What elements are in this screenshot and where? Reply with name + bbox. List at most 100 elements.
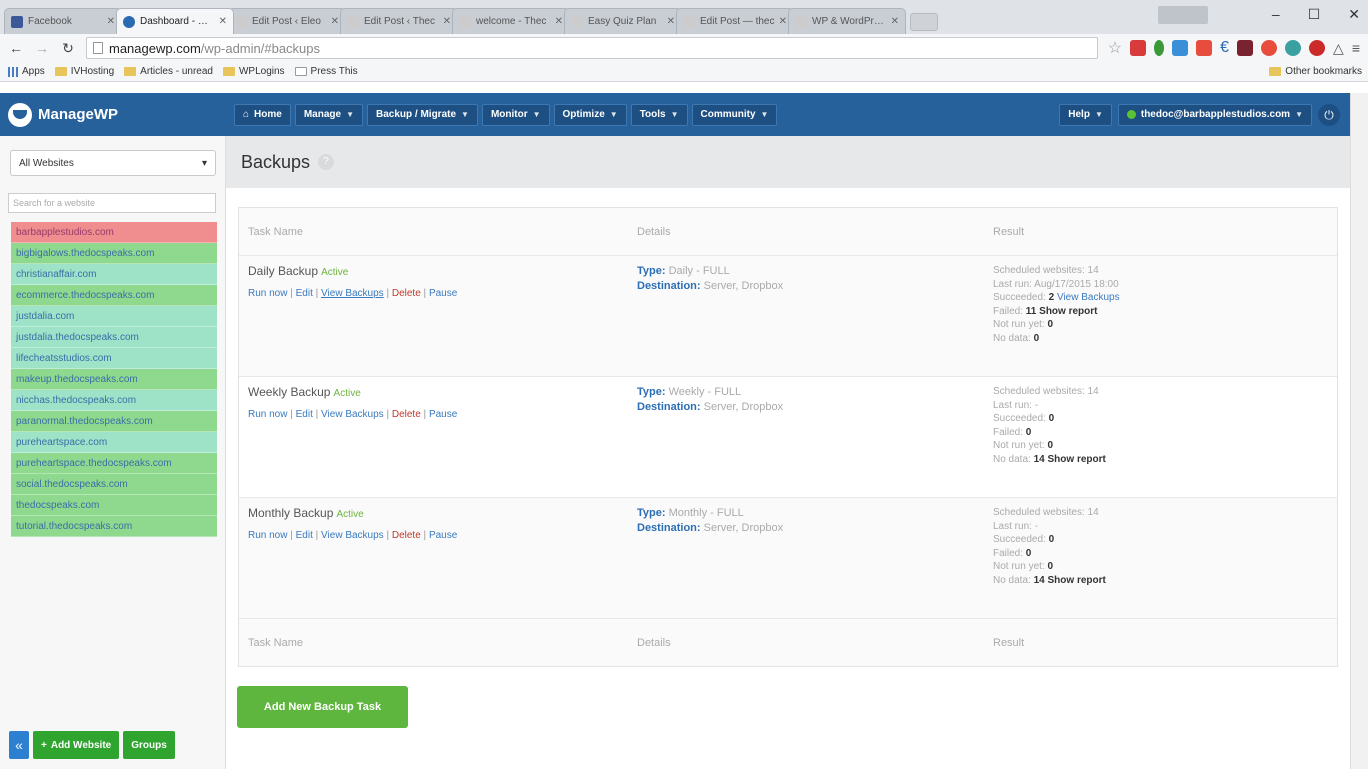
close-tab-icon[interactable]: ✕ (667, 16, 675, 27)
forward-arrow-icon[interactable]: → (34, 40, 50, 56)
show-report-link[interactable]: Show report (1048, 454, 1106, 465)
page-scrollbar[interactable] (1350, 93, 1368, 769)
run-now-link[interactable]: Run now (248, 409, 287, 420)
run-now-link[interactable]: Run now (248, 288, 287, 299)
maximize-icon[interactable]: ☐ (1308, 6, 1321, 23)
browser-tab[interactable]: welcome - Thec ✕ (452, 8, 570, 34)
star-bookmark-icon[interactable]: ☆ (1108, 38, 1122, 58)
view-backups-result-link[interactable]: View Backups (1057, 292, 1120, 303)
help-button[interactable]: Help ▼ (1059, 103, 1112, 126)
website-list-item[interactable]: nicchas.thedocspeaks.com (11, 390, 217, 411)
add-website-button[interactable]: + Add Website (33, 731, 120, 759)
website-list-item[interactable]: justdalia.thedocspeaks.com (11, 327, 217, 348)
back-arrow-icon[interactable]: ← (8, 40, 24, 56)
bookmark-link[interactable]: Press This (294, 66, 358, 77)
edit-link[interactable]: Edit (296, 409, 313, 420)
menu-manage[interactable]: Manage ▼ (294, 103, 363, 126)
website-filter-select[interactable]: All Websites ▾ (10, 150, 216, 176)
browser-tab[interactable]: WP & WordPress ✕ (788, 8, 906, 34)
no-data-label: No data: (993, 332, 1031, 344)
pause-link[interactable]: Pause (429, 530, 457, 541)
menu-tools[interactable]: Tools ▼ (630, 103, 688, 126)
close-tab-icon[interactable]: ✕ (107, 16, 115, 27)
browser-tab[interactable]: Edit Post — thec ✕ (676, 8, 794, 34)
website-list-item[interactable]: pureheartspace.com (11, 432, 217, 453)
extension-icon[interactable] (1130, 40, 1147, 56)
browser-tab-active[interactable]: Dashboard - ManageWP✕ (116, 8, 234, 34)
menu-backup-migrate[interactable]: Backup / Migrate ▼ (367, 103, 478, 126)
website-list-item[interactable]: barbapplestudios.com (11, 222, 217, 243)
menu-home[interactable]: ⌂ Home (234, 103, 291, 126)
view-backups-link[interactable]: View Backups (321, 530, 384, 541)
separator: | (423, 530, 427, 541)
browser-tab[interactable]: Facebook ✕ (4, 8, 122, 34)
collapse-sidebar-icon[interactable]: « (9, 731, 29, 759)
menu-icon[interactable]: ≡ (1352, 40, 1360, 56)
close-tab-icon[interactable]: ✕ (219, 16, 227, 27)
close-window-icon[interactable]: ✕ (1348, 6, 1360, 23)
show-report-link[interactable]: Show report (1039, 306, 1097, 317)
website-list-item[interactable]: paranormal.thedocspeaks.com (11, 411, 217, 432)
website-list-item[interactable]: lifecheatsstudios.com (11, 348, 217, 369)
logout-power-icon[interactable]: ⏻ (1318, 103, 1340, 126)
run-now-link[interactable]: Run now (248, 530, 287, 541)
edit-link[interactable]: Edit (296, 288, 313, 299)
extension-icon[interactable] (1196, 40, 1213, 56)
view-backups-link[interactable]: View Backups (321, 409, 384, 420)
close-tab-icon[interactable]: ✕ (331, 16, 339, 27)
website-list-item[interactable]: makeup.thedocspeaks.com (11, 369, 217, 390)
delete-link[interactable]: Delete (392, 288, 421, 299)
close-tab-icon[interactable]: ✕ (555, 16, 563, 27)
extension-icon[interactable]: △ (1333, 40, 1344, 57)
delete-link[interactable]: Delete (392, 530, 421, 541)
pause-link[interactable]: Pause (429, 288, 457, 299)
bookmark-folder[interactable]: IVHosting (54, 66, 114, 77)
website-list-item[interactable]: christianaffair.com (11, 264, 217, 285)
help-question-icon[interactable]: ? (318, 154, 335, 170)
view-backups-link[interactable]: View Backups (321, 288, 384, 299)
extension-icon[interactable] (1172, 40, 1189, 56)
map-pin-icon[interactable] (1154, 40, 1165, 56)
menu-monitor[interactable]: Monitor ▼ (481, 103, 550, 126)
bookmark-folder[interactable]: Articles - unread (124, 66, 213, 77)
profile-chip[interactable] (1158, 6, 1208, 24)
website-list-item[interactable]: pureheartspace.thedocspeaks.com (11, 453, 217, 474)
close-tab-icon[interactable]: ✕ (779, 16, 787, 27)
address-bar[interactable]: managewp.com/wp-admin/#backups (86, 37, 1098, 59)
website-list-item[interactable]: ecommerce.thedocspeaks.com (11, 285, 217, 306)
extension-icon[interactable] (1237, 40, 1254, 56)
euro-icon[interactable]: € (1220, 39, 1229, 57)
bookmark-apps[interactable]: Apps (8, 66, 45, 77)
browser-tab[interactable]: Edit Post ‹ Thec ✕ (340, 8, 458, 34)
minimize-icon[interactable]: – (1272, 6, 1280, 23)
select-arrow-icon: ▾ (201, 157, 207, 169)
extension-icon[interactable] (1285, 40, 1302, 56)
show-report-link[interactable]: Show report (1048, 575, 1106, 586)
other-bookmarks[interactable]: Other bookmarks (1269, 66, 1362, 77)
extension-icon[interactable] (1261, 40, 1278, 56)
website-list-item[interactable]: social.thedocspeaks.com (11, 474, 217, 495)
website-search-input[interactable]: Search for a website (8, 193, 216, 213)
managewp-logo[interactable]: ManageWP (0, 102, 226, 127)
menu-optimize[interactable]: Optimize ▼ (553, 103, 627, 126)
delete-link[interactable]: Delete (392, 409, 421, 420)
reload-icon[interactable]: ↻ (60, 40, 76, 57)
pause-link[interactable]: Pause (429, 409, 457, 420)
browser-tab[interactable]: Easy Quiz Plan ✕ (564, 8, 682, 34)
bookmark-folder[interactable]: WPLogins (222, 66, 285, 77)
edit-link[interactable]: Edit (296, 530, 313, 541)
page-info-icon[interactable] (93, 42, 103, 54)
browser-tab[interactable]: Edit Post ‹ Eleo ✕ (228, 8, 346, 34)
pinterest-icon[interactable] (1309, 40, 1326, 56)
website-list-item[interactable]: tutorial.thedocspeaks.com (11, 516, 217, 537)
close-tab-icon[interactable]: ✕ (443, 16, 451, 27)
add-new-backup-task-button[interactable]: Add New Backup Task (237, 686, 408, 728)
groups-button[interactable]: Groups (123, 731, 175, 759)
website-list-item[interactable]: thedocspeaks.com (11, 495, 217, 516)
user-menu-button[interactable]: thedoc@barbapplestudios.com ▼ (1117, 103, 1312, 126)
website-list-item[interactable]: justdalia.com (11, 306, 217, 327)
new-tab-button[interactable] (910, 13, 938, 31)
close-tab-icon[interactable]: ✕ (891, 16, 899, 27)
menu-community[interactable]: Community ▼ (691, 103, 778, 126)
website-list-item[interactable]: bigbigalows.thedocspeaks.com (11, 243, 217, 264)
